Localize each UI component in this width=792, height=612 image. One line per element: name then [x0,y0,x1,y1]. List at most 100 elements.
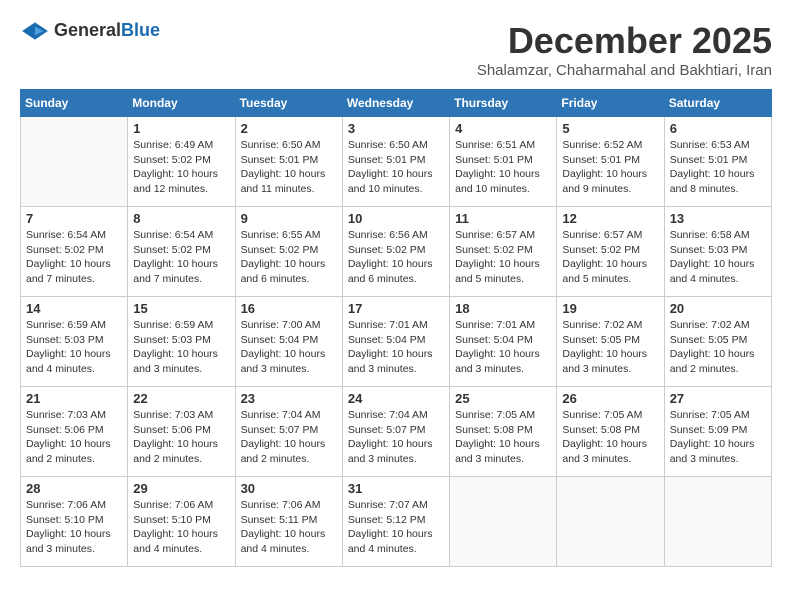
calendar-day-cell: 13Sunrise: 6:58 AM Sunset: 5:03 PM Dayli… [664,207,771,297]
day-info: Sunrise: 7:03 AM Sunset: 5:06 PM Dayligh… [26,408,122,467]
day-number: 20 [670,301,766,316]
day-info: Sunrise: 6:55 AM Sunset: 5:02 PM Dayligh… [241,228,337,287]
calendar-day-cell: 26Sunrise: 7:05 AM Sunset: 5:08 PM Dayli… [557,387,664,477]
calendar-day-header: Thursday [450,90,557,117]
calendar-day-header: Sunday [21,90,128,117]
calendar-day-cell: 12 Sunrise: 6:57 AM Sunset: 5:02 PM Dayli… [557,207,664,297]
calendar-day-cell [664,477,771,567]
day-number: 18 [455,301,551,316]
day-number: 27 [670,391,766,406]
calendar-day-cell: 7 Sunrise: 6:54 AM Sunset: 5:02 PM Daylig… [21,207,128,297]
day-number: 22 [133,391,229,406]
logo-blue: Blue [121,20,160,40]
day-info: Sunrise: 6:56 AM Sunset: 5:02 PM Dayligh… [348,228,444,287]
day-number: 21 [26,391,122,406]
calendar-table: SundayMondayTuesdayWednesdayThursdayFrid… [20,89,772,567]
calendar-day-cell: 15Sunrise: 6:59 AM Sunset: 5:03 PM Dayli… [128,297,235,387]
calendar-day-cell: 29Sunrise: 7:06 AM Sunset: 5:10 PM Dayli… [128,477,235,567]
calendar-day-cell: 1 Sunrise: 6:49 AM Sunset: 5:02 PM Daylig… [128,117,235,207]
day-info: Sunrise: 6:52 AM Sunset: 5:01 PM Dayligh… [562,138,658,197]
day-info: Sunrise: 7:05 AM Sunset: 5:08 PM Dayligh… [562,408,658,467]
day-info: Sunrise: 7:05 AM Sunset: 5:08 PM Dayligh… [455,408,551,467]
day-info: Sunrise: 6:57 AM Sunset: 5:02 PM Dayligh… [562,228,658,287]
calendar-day-cell: 24 Sunrise: 7:04 AM Sunset: 5:07 PM Dayli… [342,387,449,477]
day-info: Sunrise: 7:05 AM Sunset: 5:09 PM Dayligh… [670,408,766,467]
day-info: Sunrise: 7:01 AM Sunset: 5:04 PM Dayligh… [455,318,551,377]
calendar-week-row: 21 Sunrise: 7:03 AM Sunset: 5:06 PM Dayli… [21,387,772,477]
calendar-day-cell: 8 Sunrise: 6:54 AM Sunset: 5:02 PM Daylig… [128,207,235,297]
calendar-day-cell: 25 Sunrise: 7:05 AM Sunset: 5:08 PM Dayli… [450,387,557,477]
day-number: 24 [348,391,444,406]
day-info: Sunrise: 7:06 AM Sunset: 5:10 PM Dayligh… [26,498,122,557]
day-number: 6 [670,121,766,136]
calendar-day-cell: 17 Sunrise: 7:01 AM Sunset: 5:04 PM Dayli… [342,297,449,387]
day-info: Sunrise: 7:07 AM Sunset: 5:12 PM Dayligh… [348,498,444,557]
title-area: December 2025 Shalamzar, Chaharmahal and… [477,20,772,79]
calendar-day-cell: 14 Sunrise: 6:59 AM Sunset: 5:03 PM Dayli… [21,297,128,387]
day-number: 25 [455,391,551,406]
calendar-day-cell: 3 Sunrise: 6:50 AM Sunset: 5:01 PM Daylig… [342,117,449,207]
day-number: 29 [133,481,229,496]
day-info: Sunrise: 6:54 AM Sunset: 5:02 PM Dayligh… [133,228,229,287]
logo-icon [20,21,50,41]
calendar-day-cell: 27 Sunrise: 7:05 AM Sunset: 5:09 PM Dayli… [664,387,771,477]
day-info: Sunrise: 7:03 AM Sunset: 5:06 PM Dayligh… [133,408,229,467]
day-info: Sunrise: 7:04 AM Sunset: 5:07 PM Dayligh… [241,408,337,467]
month-title: December 2025 [477,20,772,62]
calendar-week-row: 1 Sunrise: 6:49 AM Sunset: 5:02 PM Daylig… [21,117,772,207]
day-info: Sunrise: 6:50 AM Sunset: 5:01 PM Dayligh… [348,138,444,197]
calendar-day-cell: 5 Sunrise: 6:52 AM Sunset: 5:01 PM Daylig… [557,117,664,207]
day-info: Sunrise: 6:59 AM Sunset: 5:03 PM Dayligh… [26,318,122,377]
calendar-day-cell: 11Sunrise: 6:57 AM Sunset: 5:02 PM Dayli… [450,207,557,297]
day-number: 8 [133,211,229,226]
calendar-day-header: Saturday [664,90,771,117]
day-number: 2 [241,121,337,136]
calendar-day-cell: 16 Sunrise: 7:00 AM Sunset: 5:04 PM Dayli… [235,297,342,387]
day-number: 3 [348,121,444,136]
day-info: Sunrise: 6:59 AM Sunset: 5:03 PM Dayligh… [133,318,229,377]
calendar-day-cell [557,477,664,567]
day-number: 4 [455,121,551,136]
calendar-day-cell: 28 Sunrise: 7:06 AM Sunset: 5:10 PM Dayli… [21,477,128,567]
calendar-day-header: Wednesday [342,90,449,117]
calendar-day-cell: 22 Sunrise: 7:03 AM Sunset: 5:06 PM Dayli… [128,387,235,477]
day-number: 1 [133,121,229,136]
calendar-week-row: 7 Sunrise: 6:54 AM Sunset: 5:02 PM Daylig… [21,207,772,297]
logo: GeneralBlue [20,20,160,41]
calendar-day-header: Tuesday [235,90,342,117]
day-number: 19 [562,301,658,316]
calendar-day-header: Friday [557,90,664,117]
day-number: 14 [26,301,122,316]
day-info: Sunrise: 6:50 AM Sunset: 5:01 PM Dayligh… [241,138,337,197]
calendar-day-cell: 10Sunrise: 6:56 AM Sunset: 5:02 PM Dayli… [342,207,449,297]
day-number: 28 [26,481,122,496]
day-info: Sunrise: 7:00 AM Sunset: 5:04 PM Dayligh… [241,318,337,377]
day-info: Sunrise: 6:53 AM Sunset: 5:01 PM Dayligh… [670,138,766,197]
day-number: 12 [562,211,658,226]
calendar-day-cell [450,477,557,567]
calendar-day-cell: 6 Sunrise: 6:53 AM Sunset: 5:01 PM Daylig… [664,117,771,207]
calendar-day-cell: 18 Sunrise: 7:01 AM Sunset: 5:04 PM Dayli… [450,297,557,387]
day-info: Sunrise: 7:06 AM Sunset: 5:11 PM Dayligh… [241,498,337,557]
calendar-day-cell: 2 Sunrise: 6:50 AM Sunset: 5:01 PM Daylig… [235,117,342,207]
day-number: 16 [241,301,337,316]
calendar-day-header: Monday [128,90,235,117]
calendar-day-cell: 19 Sunrise: 7:02 AM Sunset: 5:05 PM Dayli… [557,297,664,387]
day-number: 31 [348,481,444,496]
calendar-week-row: 28 Sunrise: 7:06 AM Sunset: 5:10 PM Dayli… [21,477,772,567]
day-info: Sunrise: 6:54 AM Sunset: 5:02 PM Dayligh… [26,228,122,287]
calendar-day-cell: 20Sunrise: 7:02 AM Sunset: 5:05 PM Dayli… [664,297,771,387]
day-info: Sunrise: 7:02 AM Sunset: 5:05 PM Dayligh… [562,318,658,377]
day-number: 7 [26,211,122,226]
day-info: Sunrise: 6:49 AM Sunset: 5:02 PM Dayligh… [133,138,229,197]
calendar-day-cell: 23 Sunrise: 7:04 AM Sunset: 5:07 PM Dayli… [235,387,342,477]
day-number: 30 [241,481,337,496]
subtitle: Shalamzar, Chaharmahal and Bakhtiari, Ir… [477,62,772,79]
day-number: 5 [562,121,658,136]
day-number: 23 [241,391,337,406]
day-number: 11 [455,211,551,226]
day-number: 17 [348,301,444,316]
day-info: Sunrise: 7:04 AM Sunset: 5:07 PM Dayligh… [348,408,444,467]
day-info: Sunrise: 7:01 AM Sunset: 5:04 PM Dayligh… [348,318,444,377]
calendar-day-cell: 21 Sunrise: 7:03 AM Sunset: 5:06 PM Dayli… [21,387,128,477]
